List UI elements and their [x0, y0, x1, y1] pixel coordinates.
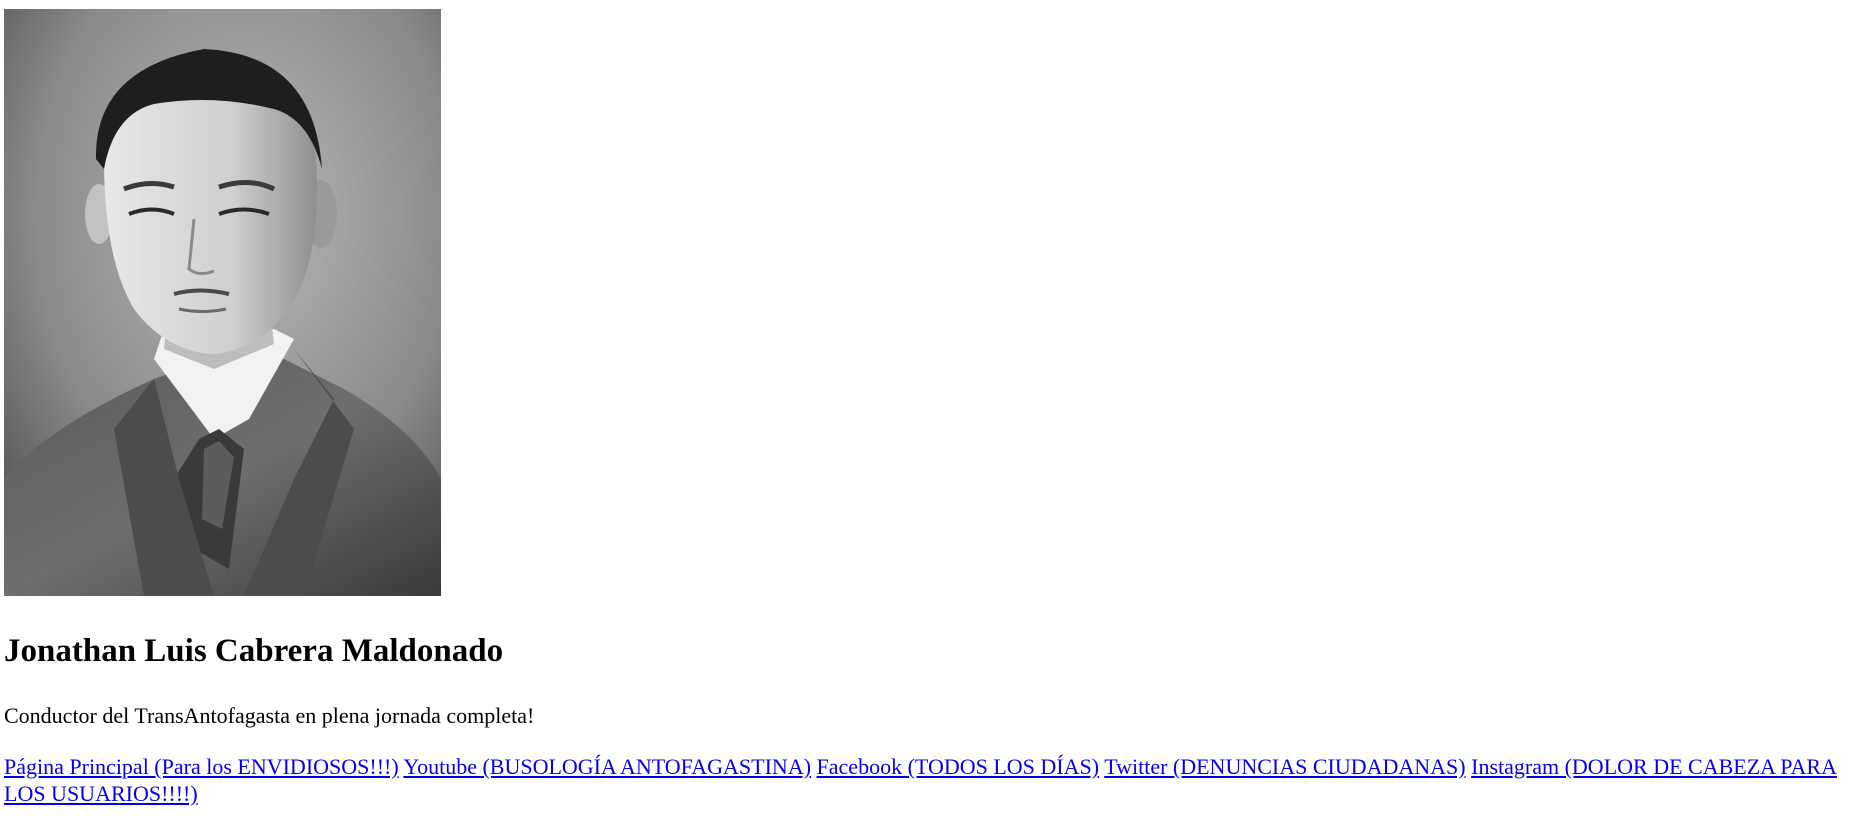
profile-tagline: Conductor del TransAntofagasta en plena …: [4, 703, 535, 728]
page: Jonathan Luis Cabrera Maldonado Conducto…: [0, 0, 1852, 830]
profile-name: Jonathan Luis Cabrera Maldonado: [4, 633, 504, 669]
link-facebook[interactable]: Facebook (TODOS LOS DÍAS): [817, 754, 1100, 779]
social-links: Página Principal (Para los ENVIDIOSOS!!!…: [4, 753, 1850, 807]
link-twitter[interactable]: Twitter (DENUNCIAS CIUDADANAS): [1104, 754, 1465, 779]
profile-photo: [4, 9, 441, 596]
link-youtube[interactable]: Youtube (BUSOLOGÍA ANTOFAGASTINA): [403, 754, 811, 779]
link-home[interactable]: Página Principal (Para los ENVIDIOSOS!!!…: [4, 754, 399, 779]
